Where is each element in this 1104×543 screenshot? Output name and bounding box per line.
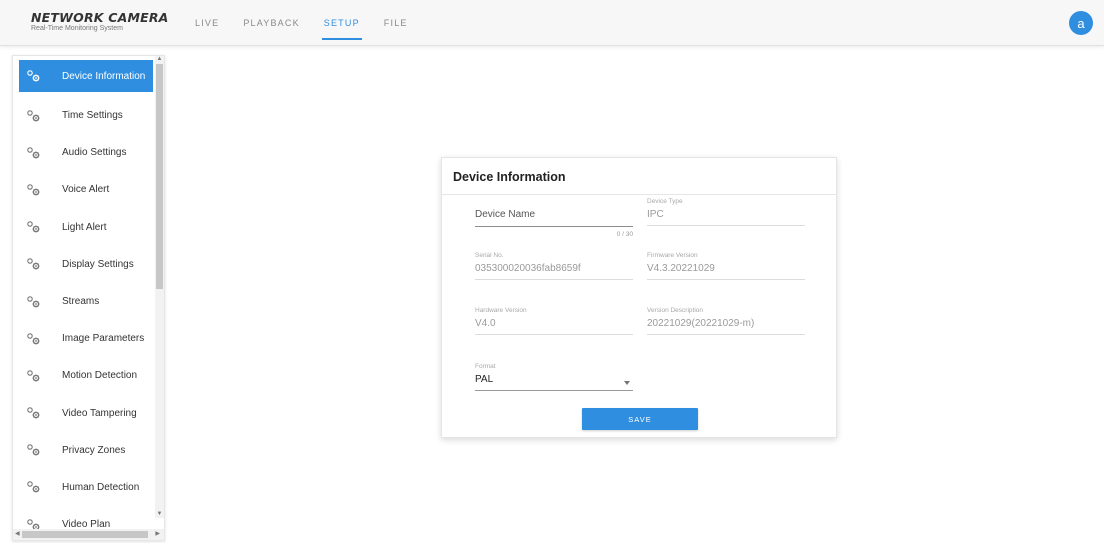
sidebar-item-device-information[interactable]: Device Information <box>19 60 153 92</box>
brand-title: NETWORK CAMERA <box>31 10 169 25</box>
user-avatar[interactable]: a <box>1069 11 1093 35</box>
serial-no-field: Serial No. 035300020036fab8659f <box>475 252 633 280</box>
sidebar-item-streams[interactable]: Streams <box>19 283 153 320</box>
device-name-input[interactable] <box>475 206 633 223</box>
card-divider <box>442 194 836 195</box>
scroll-down-arrow-icon[interactable]: ▼ <box>156 511 163 518</box>
tab-live[interactable]: LIVE <box>183 0 231 46</box>
sidebar-item-label: Display Settings <box>62 258 134 270</box>
sidebar-item-label: Motion Detection <box>62 370 138 382</box>
hardware-version-field: Hardware Version V4.0 <box>475 307 633 335</box>
gears-icon <box>25 443 49 457</box>
settings-sidebar: Device Information Time Settings Audio Set… <box>12 55 165 541</box>
sidebar-item-label: Device Information <box>62 70 146 82</box>
sidebar-item-voice-alert[interactable]: Voice Alert <box>19 171 153 208</box>
tab-playback[interactable]: PLAYBACK <box>231 0 311 46</box>
sidebar-item-label: Video Tampering <box>62 407 137 419</box>
gears-icon <box>25 332 49 346</box>
serial-no-underline <box>475 279 633 280</box>
brand-subtitle: Real-Time Monitoring System <box>31 25 123 32</box>
sidebar-item-label: Light Alert <box>62 221 107 233</box>
firmware-version-value: V4.3.20221029 <box>647 263 715 274</box>
sidebar-item-label: Privacy Zones <box>62 444 126 456</box>
version-description-underline <box>647 334 805 335</box>
tab-setup[interactable]: SETUP <box>312 0 372 46</box>
gears-icon <box>25 109 49 123</box>
hardware-version-value: V4.0 <box>475 318 496 329</box>
card-title: Device Information <box>453 170 566 184</box>
sidebar-item-label: Human Detection <box>62 481 140 493</box>
sidebar-item-label: Time Settings <box>62 110 123 122</box>
serial-no-label: Serial No. <box>475 252 504 259</box>
chevron-down-icon[interactable] <box>624 381 630 385</box>
gears-icon <box>25 295 49 309</box>
device-type-underline <box>647 225 805 226</box>
device-name-underline <box>475 225 633 227</box>
sidebar-item-privacy-zones[interactable]: Privacy Zones <box>19 432 153 469</box>
sidebar-item-light-alert[interactable]: Light Alert <box>19 209 153 246</box>
gears-icon <box>25 183 49 197</box>
format-label: Format <box>475 363 496 370</box>
hardware-version-label: Hardware Version <box>475 307 527 314</box>
device-type-label: Device Type <box>647 198 683 205</box>
brand-logo: NETWORK CAMERA Real-Time Monitoring Syst… <box>31 10 169 32</box>
format-underline <box>475 390 633 391</box>
settings-menu: Device Information Time Settings Audio Set… <box>19 60 153 543</box>
sidebar-item-label: Image Parameters <box>62 333 145 345</box>
version-description-value: 20221029(20221029-m) <box>647 318 755 329</box>
sidebar-item-human-detection[interactable]: Human Detection <box>19 469 153 506</box>
gears-icon <box>25 257 49 271</box>
gears-icon <box>25 69 49 83</box>
tab-file[interactable]: FILE <box>372 0 420 46</box>
serial-no-value: 035300020036fab8659f <box>475 263 581 274</box>
firmware-version-field: Firmware Version V4.3.20221029 <box>647 252 805 280</box>
gears-icon <box>25 480 49 494</box>
sidebar-item-label: Audio Settings <box>62 147 127 159</box>
firmware-version-underline <box>647 279 805 280</box>
device-information-card: Device Information 0 / 30 Device Type IP… <box>441 157 837 438</box>
gears-icon <box>25 146 49 160</box>
scroll-right-arrow-icon[interactable]: ▶ <box>155 530 160 539</box>
sidebar-item-motion-detection[interactable]: Motion Detection <box>19 357 153 394</box>
device-name-counter: 0 / 30 <box>616 230 633 238</box>
device-name-field: 0 / 30 <box>475 204 633 238</box>
top-bar: NETWORK CAMERA Real-Time Monitoring Syst… <box>0 0 1104 46</box>
save-button[interactable]: SAVE <box>582 408 698 430</box>
main-nav: LIVE PLAYBACK SETUP FILE <box>183 0 420 46</box>
device-type-value: IPC <box>647 209 664 220</box>
sidebar-item-display-settings[interactable]: Display Settings <box>19 246 153 283</box>
format-select[interactable]: Format PAL <box>475 363 633 391</box>
sidebar-item-time-settings[interactable]: Time Settings <box>19 97 153 134</box>
sidebar-item-video-tampering[interactable]: Video Tampering <box>19 395 153 432</box>
sidebar-horizontal-scrollbar[interactable]: ◀ ▶ <box>13 529 164 540</box>
scroll-up-arrow-icon[interactable]: ▲ <box>156 56 163 63</box>
hardware-version-underline <box>475 334 633 335</box>
gears-icon <box>25 369 49 383</box>
scroll-left-arrow-icon[interactable]: ◀ <box>15 530 20 539</box>
horizontal-scrollbar-thumb[interactable] <box>22 531 148 538</box>
sidebar-item-audio-settings[interactable]: Audio Settings <box>19 134 153 171</box>
sidebar-item-label: Streams <box>62 296 100 308</box>
format-value: PAL <box>475 374 494 385</box>
sidebar-item-label: Voice Alert <box>62 184 110 196</box>
device-type-field: Device Type IPC <box>647 198 805 226</box>
firmware-version-label: Firmware Version <box>647 252 698 259</box>
gears-icon <box>25 406 49 420</box>
sidebar-item-image-parameters[interactable]: Image Parameters <box>19 320 153 357</box>
gears-icon <box>25 220 49 234</box>
version-description-field: Version Description 20221029(20221029-m) <box>647 307 805 335</box>
scrollbar-thumb[interactable] <box>156 64 163 289</box>
sidebar-vertical-scrollbar[interactable]: ▲ ▼ <box>155 56 164 518</box>
version-description-label: Version Description <box>647 307 703 314</box>
